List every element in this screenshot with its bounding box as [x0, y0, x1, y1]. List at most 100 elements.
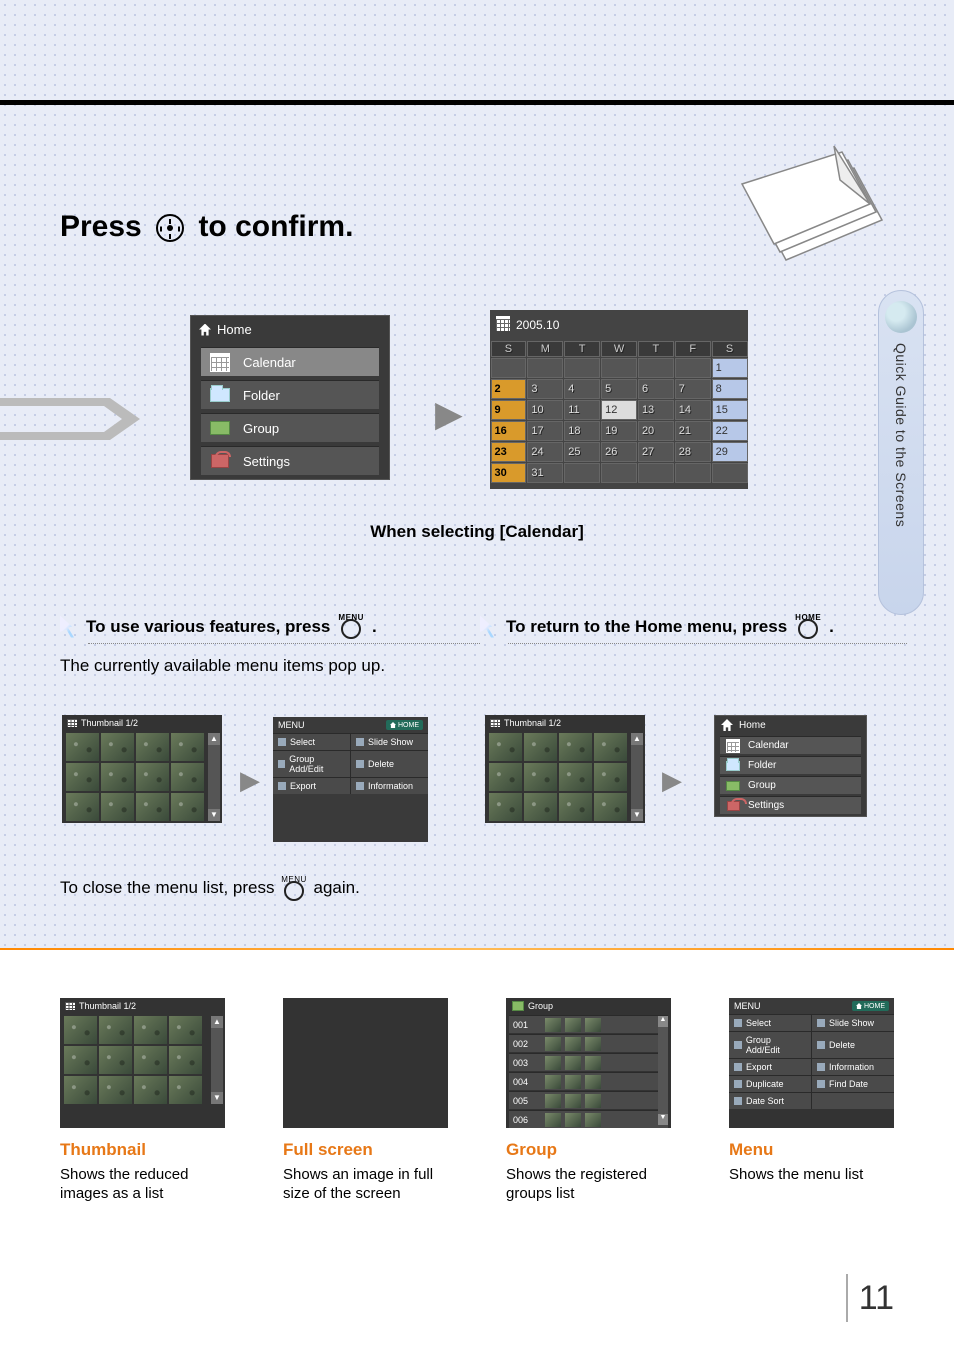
thumb-cell[interactable]: [64, 1076, 97, 1104]
thumb-cell[interactable]: [171, 733, 204, 761]
cal-day-cell[interactable]: 27: [638, 442, 674, 462]
thumb-cell[interactable]: [489, 763, 522, 791]
cal-day-cell[interactable]: 9: [491, 400, 527, 420]
cal-day-cell[interactable]: 25: [564, 442, 600, 462]
thumb-cell[interactable]: [559, 763, 592, 791]
cal-day-cell[interactable]: 14: [675, 400, 711, 420]
menu-item[interactable]: Slide Show: [351, 734, 428, 750]
thumb-cell[interactable]: [559, 793, 592, 821]
cal-day-cell[interactable]: 23: [491, 442, 527, 462]
thumb-cell[interactable]: [171, 793, 204, 821]
cal-day-cell[interactable]: 24: [527, 442, 563, 462]
cal-day-cell[interactable]: 16: [491, 421, 527, 441]
thumb-cell[interactable]: [594, 733, 627, 761]
cal-day-cell[interactable]: 8: [712, 379, 748, 399]
home-menu-item-folder[interactable]: Folder: [720, 756, 861, 774]
menu-item[interactable]: Export: [273, 778, 351, 794]
menu-item[interactable]: Delete: [351, 751, 428, 777]
group-row[interactable]: 002: [509, 1034, 668, 1052]
cal-day-cell[interactable]: 1: [712, 358, 748, 378]
scroll-up-icon[interactable]: ▲: [631, 733, 643, 745]
thumb-cell[interactable]: [524, 733, 557, 761]
group-row[interactable]: 003: [509, 1053, 668, 1071]
thumb-cell[interactable]: [66, 763, 99, 791]
thumb-cell[interactable]: [594, 793, 627, 821]
cal-day-cell[interactable]: 11: [564, 400, 600, 420]
scrollbar[interactable]: ▲▼: [211, 1016, 223, 1104]
thumb-cell[interactable]: [169, 1016, 202, 1044]
thumb-cell[interactable]: [101, 733, 134, 761]
cal-day-cell[interactable]: 6: [638, 379, 674, 399]
cal-day-cell[interactable]: 15: [712, 400, 748, 420]
cal-day-cell[interactable]: 13: [638, 400, 674, 420]
home-menu-item-settings[interactable]: Settings: [201, 446, 379, 475]
home-menu-item-group[interactable]: Group: [720, 776, 861, 794]
thumb-cell[interactable]: [66, 733, 99, 761]
cal-day-cell[interactable]: 20: [638, 421, 674, 441]
thumb-cell[interactable]: [136, 763, 169, 791]
menu-item[interactable]: Export: [729, 1059, 812, 1075]
thumb-cell[interactable]: [66, 793, 99, 821]
home-menu-item-calendar[interactable]: Calendar: [720, 736, 861, 754]
menu-item[interactable]: Group Add/Edit: [729, 1032, 812, 1058]
cal-day-cell[interactable]: 7: [675, 379, 711, 399]
thumb-cell[interactable]: [169, 1076, 202, 1104]
menu-item[interactable]: Duplicate: [729, 1076, 812, 1092]
menu-item[interactable]: Select: [729, 1015, 812, 1031]
home-menu-item-calendar[interactable]: Calendar: [201, 347, 379, 376]
thumb-cell[interactable]: [134, 1016, 167, 1044]
thumb-cell[interactable]: [99, 1046, 132, 1074]
scrollbar[interactable]: ▲▼: [658, 1016, 668, 1125]
cal-day-cell[interactable]: 5: [601, 379, 637, 399]
home-menu-item-folder[interactable]: Folder: [201, 380, 379, 409]
cal-day-cell[interactable]: 3: [527, 379, 563, 399]
group-row[interactable]: 006: [509, 1110, 668, 1128]
home-badge[interactable]: HOME: [852, 1001, 889, 1011]
cal-day-cell[interactable]: 30: [491, 463, 527, 483]
thumb-cell[interactable]: [489, 733, 522, 761]
thumb-cell[interactable]: [524, 793, 557, 821]
menu-item[interactable]: Delete: [812, 1032, 894, 1058]
home-menu-item-group[interactable]: Group: [201, 413, 379, 442]
menu-item[interactable]: Information: [812, 1059, 894, 1075]
thumb-cell[interactable]: [99, 1076, 132, 1104]
thumb-cell[interactable]: [134, 1046, 167, 1074]
cal-day-cell[interactable]: 22: [712, 421, 748, 441]
thumb-cell[interactable]: [169, 1046, 202, 1074]
cal-day-cell[interactable]: 29: [712, 442, 748, 462]
menu-item[interactable]: Select: [273, 734, 351, 750]
menu-item[interactable]: Date Sort: [729, 1093, 812, 1109]
cal-day-cell[interactable]: 2: [491, 379, 527, 399]
scroll-down-icon[interactable]: ▼: [631, 809, 643, 821]
thumb-cell[interactable]: [99, 1016, 132, 1044]
thumb-cell[interactable]: [64, 1046, 97, 1074]
cal-day-cell[interactable]: 19: [601, 421, 637, 441]
menu-item[interactable]: Information: [351, 778, 428, 794]
menu-item[interactable]: Find Date: [812, 1076, 894, 1092]
home-menu-item-settings[interactable]: Settings: [720, 796, 861, 814]
thumb-cell[interactable]: [489, 793, 522, 821]
thumb-cell[interactable]: [101, 793, 134, 821]
home-badge[interactable]: HOME: [386, 720, 423, 730]
cal-day-cell[interactable]: 4: [564, 379, 600, 399]
thumb-cell[interactable]: [136, 733, 169, 761]
cal-day-cell[interactable]: 17: [527, 421, 563, 441]
cal-day-cell[interactable]: 18: [564, 421, 600, 441]
thumb-cell[interactable]: [171, 763, 204, 791]
cal-day-cell[interactable]: 28: [675, 442, 711, 462]
cal-day-cell[interactable]: 26: [601, 442, 637, 462]
thumb-cell[interactable]: [524, 763, 557, 791]
scroll-down-icon[interactable]: ▼: [658, 1114, 668, 1125]
scroll-down-icon[interactable]: ▼: [211, 1092, 223, 1104]
thumb-cell[interactable]: [64, 1016, 97, 1044]
group-row[interactable]: 005: [509, 1091, 668, 1109]
menu-item[interactable]: Group Add/Edit: [273, 751, 351, 777]
cal-day-cell[interactable]: 21: [675, 421, 711, 441]
thumb-cell[interactable]: [594, 763, 627, 791]
thumb-cell[interactable]: [101, 763, 134, 791]
scrollbar[interactable]: ▲▼: [631, 733, 643, 821]
cal-day-cell[interactable]: 12: [601, 400, 637, 420]
group-row[interactable]: 004: [509, 1072, 668, 1090]
scrollbar[interactable]: ▲▼: [208, 733, 220, 821]
group-row[interactable]: 001: [509, 1015, 668, 1033]
